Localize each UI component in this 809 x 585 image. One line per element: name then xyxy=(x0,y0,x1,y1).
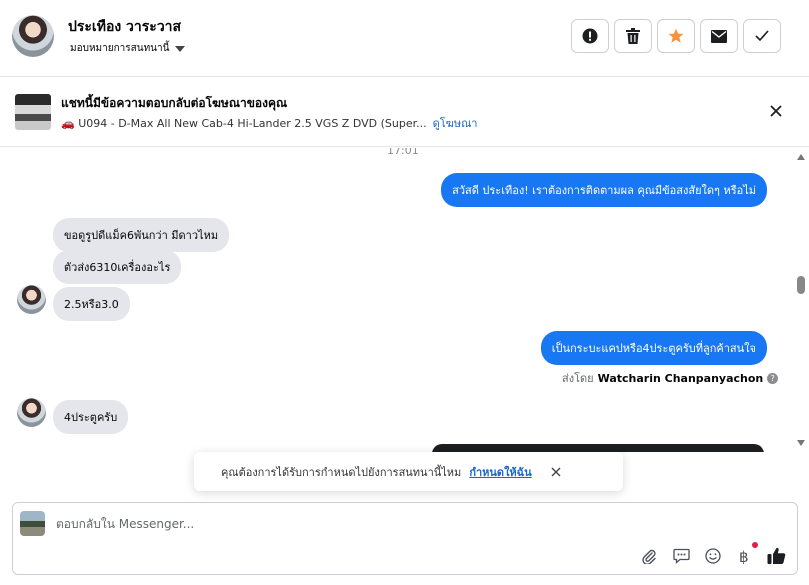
message-bubble-incoming[interactable]: 2.5หรือ3.0 xyxy=(53,287,130,321)
message-thread[interactable]: 17:01 สวัสดี ประเทือง! เราต้องการติดตามผ… xyxy=(0,148,793,452)
message-bubble-partial xyxy=(432,444,764,452)
attach-file-button[interactable] xyxy=(638,545,660,567)
delete-button[interactable] xyxy=(614,19,652,53)
smiley-icon xyxy=(705,548,721,564)
trash-icon xyxy=(626,28,640,44)
close-icon xyxy=(770,105,782,117)
mark-unread-button[interactable] xyxy=(700,19,738,53)
view-ad-link[interactable]: ดูโฆษณา xyxy=(433,114,478,132)
scroll-up-arrow-icon[interactable] xyxy=(797,154,805,160)
thumbs-up-icon xyxy=(767,547,785,564)
message-bubble-incoming[interactable]: ตัวส่ง6310เครื่องอะไร xyxy=(53,250,182,284)
page-avatar xyxy=(20,511,45,536)
payment-button[interactable]: ฿ xyxy=(733,545,755,567)
paperclip-icon xyxy=(642,549,656,564)
close-toast-button[interactable] xyxy=(548,464,564,480)
contact-name[interactable]: ประเทือง วาระวาส xyxy=(68,16,181,38)
message-bubble-outgoing[interactable]: สวัสดี ประเทือง! เราต้องการติดตามผล คุณม… xyxy=(441,173,767,207)
mark-done-button[interactable] xyxy=(743,19,781,53)
assign-prompt-toast: คุณต้องการได้รับการกำหนดไปยังการสนทนานี้… xyxy=(194,452,623,491)
reply-input[interactable] xyxy=(56,515,616,533)
message-timestamp: 17:01 xyxy=(387,148,419,157)
sender-avatar xyxy=(17,398,46,427)
notification-dot xyxy=(752,542,758,548)
assign-conversation-dropdown[interactable]: มอบหมายการสนทนานี้ xyxy=(70,41,186,56)
assign-to-me-link[interactable]: กำหนดให้ฉัน xyxy=(469,463,531,481)
chat-bubble-icon xyxy=(672,548,690,564)
message-bubble-incoming[interactable]: ขอดูรูปดีแม็ค6พันกว่า มีดาวไหม xyxy=(53,218,230,252)
emoji-button[interactable] xyxy=(702,545,724,567)
envelope-icon xyxy=(711,29,727,43)
checkmark-icon xyxy=(755,30,769,42)
svg-text:฿: ฿ xyxy=(739,548,749,565)
mark-spam-button[interactable] xyxy=(571,19,609,53)
saved-replies-button[interactable] xyxy=(670,545,692,567)
favorite-button[interactable] xyxy=(657,19,695,53)
alert-icon xyxy=(582,28,598,44)
ad-banner-subtitle: 🚗 U094 - D-Max All New Cab-4 Hi-Lander 2… xyxy=(61,114,477,132)
contact-avatar[interactable] xyxy=(12,15,54,57)
scroll-down-arrow-icon[interactable] xyxy=(797,440,805,446)
assign-prompt-text: คุณต้องการได้รับการกำหนดไปยังการสนทนานี้… xyxy=(221,465,462,479)
message-bubble-incoming[interactable]: 4ประตูครับ xyxy=(53,400,129,434)
baht-icon: ฿ xyxy=(739,548,749,565)
scrollbar-thumb[interactable] xyxy=(797,276,805,294)
star-icon xyxy=(668,28,684,43)
reply-composer: ฿ xyxy=(12,502,798,575)
sent-by-name: Watcharin Chanpanyachon xyxy=(597,371,764,385)
ad-thumbnail[interactable] xyxy=(15,94,51,130)
ad-name: 🚗 U094 - D-Max All New Cab-4 Hi-Lander 2… xyxy=(61,116,427,130)
sent-by-label: ส่งโดย xyxy=(562,372,594,385)
like-button[interactable] xyxy=(765,545,787,567)
close-icon xyxy=(551,467,561,476)
conversation-header: ประเทือง วาระวาส มอบหมายการสนทนานี้ xyxy=(0,0,809,77)
caret-down-icon xyxy=(175,45,186,52)
sent-by-info: ส่งโดย Watcharin Chanpanyachon ? xyxy=(562,369,779,387)
close-ad-banner-button[interactable] xyxy=(766,101,786,121)
ad-context-banner: แชทนี้มีข้อความตอบกลับต่อโฆษณาของคุณ 🚗 U… xyxy=(0,77,809,147)
sender-avatar xyxy=(17,285,46,314)
ad-banner-title: แชทนี้มีข้อความตอบกลับต่อโฆษณาของคุณ xyxy=(61,96,288,110)
assign-label: มอบหมายการสนทนานี้ xyxy=(70,43,170,54)
message-bubble-outgoing[interactable]: เป็นกระบะแคปหรือ4ประตูครับที่ลูกค้าสนใจ xyxy=(540,331,767,365)
help-icon[interactable]: ? xyxy=(767,372,779,384)
chat-scrollbar[interactable] xyxy=(795,150,807,450)
